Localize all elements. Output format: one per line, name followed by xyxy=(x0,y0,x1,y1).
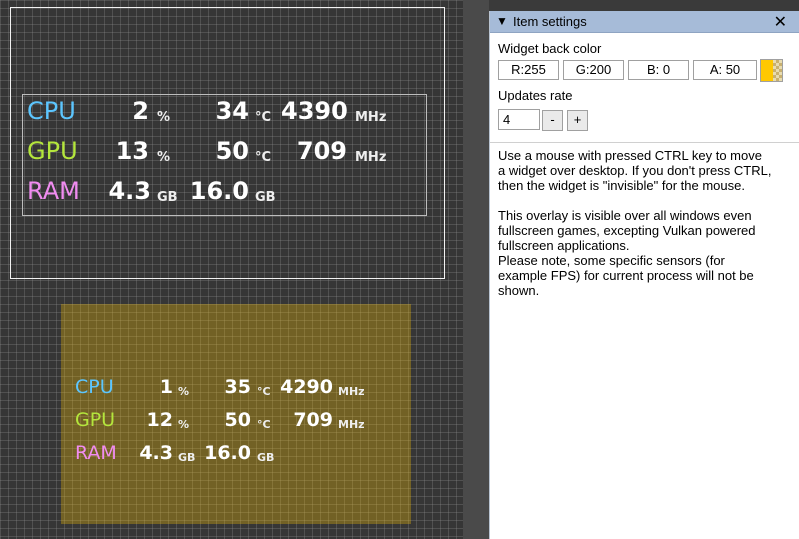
cpu-label: CPU xyxy=(75,376,114,398)
ram-total: 16.0 xyxy=(204,442,251,464)
cpu-load-unit: % xyxy=(178,385,190,398)
gpu-load-unit: % xyxy=(157,150,171,165)
cpu-temp-unit: °C xyxy=(255,110,272,125)
cpu-freq-unit: MHz xyxy=(338,385,365,398)
ram-label: RAM xyxy=(27,177,80,205)
collapse-icon[interactable]: ▼ xyxy=(496,14,508,28)
cpu-temp: 35 xyxy=(224,376,251,398)
color-b-input[interactable]: B: 0 xyxy=(628,60,689,80)
help-line: fullscreen applications. xyxy=(498,238,630,253)
ram-total: 16.0 xyxy=(189,177,249,205)
increase-button[interactable]: + xyxy=(567,110,588,131)
gpu-freq-unit: MHz xyxy=(338,418,365,431)
cpu-freq: 4290 xyxy=(280,376,333,398)
help-line: Please note, some specific sensors (for xyxy=(498,253,725,268)
gpu-temp-unit: °C xyxy=(255,150,272,165)
help-text-mouse: Use a mouse with pressed CTRL key to mov… xyxy=(498,148,794,193)
gpu-freq-unit: MHz xyxy=(355,150,387,165)
help-line: shown. xyxy=(498,283,540,298)
gpu-temp-unit: °C xyxy=(257,418,271,431)
cpu-freq-unit: MHz xyxy=(355,110,387,125)
cpu-freq: 4390 xyxy=(281,97,348,125)
color-r-input[interactable]: R:255 xyxy=(498,60,559,80)
panel-title: Item settings xyxy=(513,14,587,29)
ram-used-unit: GB xyxy=(178,451,196,464)
cpu-label: CPU xyxy=(27,97,76,125)
gpu-label: GPU xyxy=(27,137,78,165)
gpu-temp: 50 xyxy=(224,409,251,431)
ram-used-unit: GB xyxy=(157,190,178,205)
panel-title-bar[interactable]: ▼ Item settings ✕ xyxy=(490,11,799,33)
gpu-label: GPU xyxy=(75,409,116,431)
gpu-load: 12 xyxy=(146,409,173,431)
gpu-load-unit: % xyxy=(178,418,190,431)
color-g-input[interactable]: G:200 xyxy=(563,60,624,80)
ram-label: RAM xyxy=(75,442,117,464)
close-icon[interactable]: ✕ xyxy=(774,12,787,32)
decrease-button[interactable]: - xyxy=(542,110,563,131)
help-line: This overlay is visible over all windows… xyxy=(498,208,752,223)
ram-used: 4.3 xyxy=(108,177,151,205)
gpu-freq: 709 xyxy=(293,409,333,431)
ram-used: 4.3 xyxy=(139,442,173,464)
help-text-overlay: This overlay is visible over all windows… xyxy=(498,208,794,298)
help-line: Use a mouse with pressed CTRL key to mov… xyxy=(498,148,762,163)
cpu-temp: 34 xyxy=(215,97,249,125)
cpu-temp-unit: °C xyxy=(257,385,271,398)
color-swatch[interactable] xyxy=(760,59,783,82)
widget-2[interactable]: CPU 1 % 35 °C 4290 MHz GPU 12 % 50 °C 70… xyxy=(61,304,411,524)
widget-1[interactable]: CPU 2 % 34 °C 4390 MHz GPU 13 % 50 °C 70… xyxy=(22,94,427,216)
gpu-freq: 709 xyxy=(296,137,347,165)
cpu-load: 1 xyxy=(159,376,173,398)
divider xyxy=(490,142,799,143)
help-line: then the widget is "invisible" for the m… xyxy=(498,178,745,193)
back-color-label: Widget back color xyxy=(498,41,602,56)
help-line: example FPS) for current process will no… xyxy=(498,268,754,283)
help-line: a widget over desktop. If you don't pres… xyxy=(498,163,772,178)
item-settings-panel: ▼ Item settings ✕ Widget back color R:25… xyxy=(489,11,799,539)
gpu-load: 13 xyxy=(115,137,149,165)
alpha-checker xyxy=(773,60,782,81)
gpu-temp: 50 xyxy=(215,137,249,165)
color-a-input[interactable]: A: 50 xyxy=(693,60,757,80)
ram-total-unit: GB xyxy=(255,190,276,205)
updates-rate-label: Updates rate xyxy=(498,88,573,103)
cpu-load: 2 xyxy=(132,97,149,125)
updates-rate-input[interactable]: 4 xyxy=(498,109,540,130)
canvas-gutter xyxy=(463,0,489,539)
help-line: fullscreen games, excepting Vulkan power… xyxy=(498,223,756,238)
ram-total-unit: GB xyxy=(257,451,275,464)
cpu-load-unit: % xyxy=(157,110,171,125)
